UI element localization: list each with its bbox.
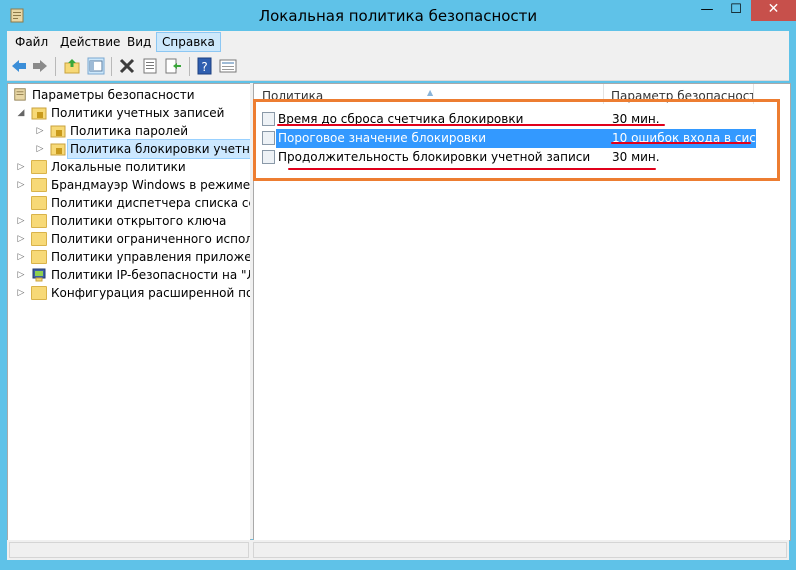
minimize-button[interactable]: — [693, 0, 721, 21]
folder-lock-icon [31, 107, 47, 120]
tree-pane[interactable]: Параметры безопасности ◢ Политики учетны… [7, 83, 251, 541]
folder-lock-icon [50, 143, 66, 156]
expand-arrow-icon[interactable]: ▷ [16, 230, 26, 248]
folder-icon [31, 250, 47, 264]
tree-item-advanced-audit-config[interactable]: ▷ Конфигурация расширенной полит [8, 284, 250, 302]
menu-action[interactable]: Действие [55, 33, 125, 51]
menu-file[interactable]: Файл [10, 33, 53, 51]
delete-icon[interactable] [118, 57, 136, 75]
expand-arrow-icon[interactable]: ▷ [16, 266, 26, 284]
toolbar: ? [7, 53, 789, 81]
status-bar [7, 540, 789, 560]
expand-arrow-icon[interactable]: ▷ [16, 248, 26, 266]
menu-view[interactable]: Вид [122, 33, 156, 51]
app-window: Локальная политика безопасности — ☐ ✕ Фа… [0, 0, 796, 570]
tree-item-label: Политики открытого ключа [51, 214, 227, 228]
tree-item-label: Брандмауэр Windows в режиме пов [51, 178, 251, 192]
tree-item-label: Политика блокировки учетной з [67, 139, 250, 159]
tree-item-password-policy[interactable]: ▷ Политика паролей [8, 122, 248, 140]
folder-lock-icon [50, 125, 66, 138]
tree-item-label: Локальные политики [51, 160, 186, 174]
tree-item-label: Политики диспетчера списка сетей [51, 196, 250, 210]
expand-arrow-icon[interactable]: ▷ [16, 212, 26, 230]
tree-item-lockout-policy[interactable]: ▷ Политика блокировки учетной з [8, 139, 250, 159]
tree-item-label: Политики учетных записей [51, 106, 225, 120]
tree-item-application-control-policies[interactable]: ▷ Политики управления приложения [8, 248, 251, 266]
tree-item-local-policies[interactable]: ▷ Локальные политики [8, 158, 248, 176]
tree-item-security-settings[interactable]: Параметры безопасности [8, 86, 248, 104]
back-icon[interactable] [10, 57, 28, 75]
up-folder-icon[interactable] [63, 57, 81, 75]
expand-arrow-icon[interactable]: ▷ [35, 140, 45, 158]
tree-item-label: Политики ограниченного использо [51, 232, 250, 246]
folder-icon [31, 232, 47, 246]
toolbar-separator [55, 57, 56, 76]
folder-icon [31, 196, 47, 210]
tree-item-public-key-policies[interactable]: ▷ Политики открытого ключа [8, 212, 248, 230]
folder-icon [31, 286, 47, 300]
tree-item-ip-security-policies[interactable]: ▷ Политики IP-безопасности на "Лока [8, 266, 250, 284]
show-hide-tree-icon[interactable] [87, 57, 105, 75]
folder-icon [31, 214, 47, 228]
annotation-underline [288, 168, 656, 170]
annotation-underline [277, 124, 665, 126]
svg-text:?: ? [201, 60, 207, 74]
expand-arrow-icon[interactable]: ▷ [35, 122, 45, 140]
expand-arrow-icon[interactable]: ▷ [16, 158, 26, 176]
collapse-arrow-icon[interactable]: ◢ [16, 104, 26, 122]
maximize-button[interactable]: ☐ [722, 0, 750, 21]
title-bar[interactable]: Локальная политика безопасности — ☐ ✕ [0, 0, 796, 31]
ip-security-icon [32, 268, 46, 282]
toolbar-separator [189, 57, 190, 76]
tree-item-label: Политики управления приложения [51, 250, 251, 264]
folder-icon [31, 160, 47, 174]
menu-help[interactable]: Справка [156, 32, 221, 52]
help-icon[interactable]: ? [196, 57, 214, 75]
tree-item-network-list-policies[interactable]: Политики диспетчера списка сетей [8, 194, 250, 212]
forward-icon[interactable] [31, 57, 49, 75]
menu-bar: Файл Действие Вид Справка [7, 31, 789, 53]
annotation-underline [611, 142, 751, 144]
expand-arrow-icon[interactable]: ▷ [16, 284, 26, 302]
close-button[interactable]: ✕ [751, 0, 796, 21]
tree-item-label: Политики IP-безопасности на "Лока [51, 268, 250, 282]
tree-item-windows-firewall[interactable]: ▷ Брандмауэр Windows в режиме пов [8, 176, 251, 194]
security-settings-icon [14, 88, 26, 101]
status-segment [253, 542, 787, 558]
expand-arrow-icon[interactable]: ▷ [16, 176, 26, 194]
tree-item-account-policies[interactable]: ◢ Политики учетных записей [8, 104, 248, 122]
tree-item-software-restriction-policies[interactable]: ▷ Политики ограниченного использо [8, 230, 250, 248]
properties-icon[interactable] [141, 57, 159, 75]
tree-item-label: Конфигурация расширенной полит [51, 286, 250, 300]
tree-item-label: Параметры безопасности [32, 88, 195, 102]
folder-icon [31, 178, 47, 192]
window-title: Локальная политика безопасности [258, 7, 538, 25]
view-icon[interactable] [219, 57, 237, 75]
tree-item-label: Политика паролей [70, 124, 189, 138]
status-segment [9, 542, 249, 558]
toolbar-separator [111, 57, 112, 76]
export-list-icon[interactable] [164, 57, 182, 75]
